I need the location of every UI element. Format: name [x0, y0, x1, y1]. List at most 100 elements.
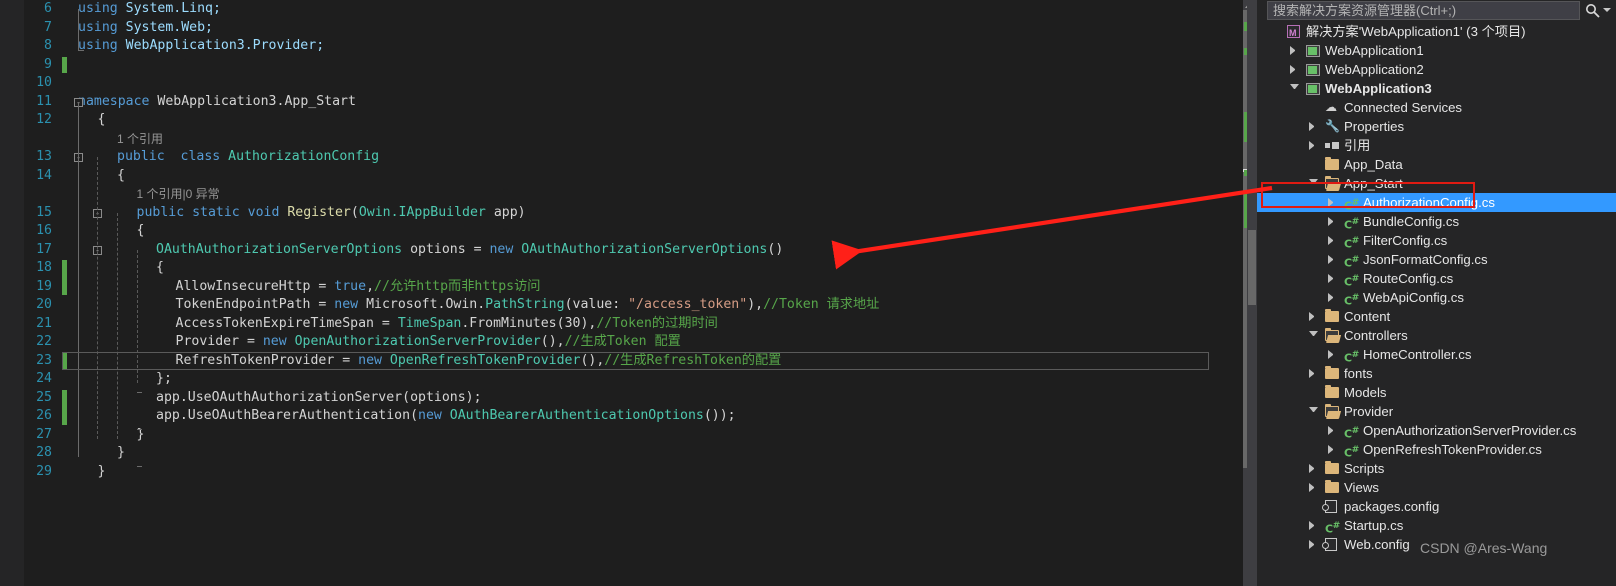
tree-item[interactable]: C# JsonFormatConfig.cs — [1257, 250, 1616, 270]
tree-item[interactable]: Models — [1257, 383, 1616, 402]
code-line[interactable]: 19 AllowInsecureHttp = true,//允许http而非htt… — [0, 278, 1243, 297]
chevron-right-icon[interactable] — [1290, 65, 1299, 74]
tree-item[interactable]: App_Data — [1257, 155, 1616, 174]
chevron-right-icon[interactable] — [1328, 217, 1337, 226]
codelens-line[interactable]: 1 个引用 — [0, 130, 1243, 149]
code-line[interactable]: 18 { — [0, 259, 1243, 278]
chevron-right-icon[interactable] — [1328, 445, 1337, 454]
tree-item[interactable]: C# Startup.cs — [1257, 516, 1616, 536]
code-line[interactable]: 11 namespace WebApplication3.App_Start — [0, 93, 1243, 112]
code-line[interactable]: 22 Provider = new OpenAuthorizationServer… — [0, 333, 1243, 352]
visual-studio-window: 6 using System.Linq; 7 using System.Web; 8 us… — [0, 0, 1616, 586]
chevron-right-icon[interactable] — [1328, 274, 1337, 283]
chevron-down-icon[interactable] — [1290, 84, 1299, 93]
chevron-right-icon[interactable] — [1328, 236, 1337, 245]
code-line[interactable]: 7 using System.Web; — [0, 19, 1243, 38]
tree-item[interactable]: Controllers — [1257, 326, 1616, 345]
chevron-right-icon[interactable] — [1328, 426, 1337, 435]
folder-icon — [1325, 366, 1340, 381]
code-line[interactable]: 9 — [0, 56, 1243, 75]
chevron-right-icon[interactable] — [1309, 369, 1318, 378]
chevron-down-icon[interactable] — [1309, 407, 1318, 416]
tree-item[interactable]: C# BundleConfig.cs — [1257, 212, 1616, 232]
tree-item[interactable]: packages.config — [1257, 497, 1616, 516]
chevron-right-icon[interactable] — [1328, 198, 1337, 207]
code-line[interactable]: 8 using WebApplication3.Provider; — [0, 37, 1243, 56]
tree-item[interactable]: App_Start — [1257, 174, 1616, 193]
code-line[interactable]: 14 { — [0, 167, 1243, 186]
solution-tree[interactable]: 解决方案'WebApplication1' (3 个项目) WebApplicat… — [1257, 22, 1616, 586]
tree-item[interactable]: WebApplication3 — [1257, 79, 1616, 98]
chevron-right-icon[interactable] — [1328, 293, 1337, 302]
code-editor[interactable]: 6 using System.Linq; 7 using System.Web; 8 us… — [0, 0, 1243, 586]
csharp-file-icon: C# — [1344, 273, 1359, 289]
references-icon — [1325, 138, 1340, 153]
cloud-icon: ☁ — [1325, 100, 1337, 114]
chevron-right-icon[interactable] — [1309, 464, 1318, 473]
tree-item[interactable]: C# OpenRefreshTokenProvider.cs — [1257, 440, 1616, 460]
tree-item[interactable]: 解决方案'WebApplication1' (3 个项目) — [1257, 22, 1616, 43]
code-line[interactable]: 6 using System.Linq; — [0, 0, 1243, 19]
chevron-right-icon[interactable] — [1309, 540, 1318, 549]
code-text-area[interactable]: 6 using System.Linq; 7 using System.Web; 8 us… — [0, 0, 1243, 586]
tree-item[interactable]: C# AuthorizationConfig.cs — [1257, 193, 1616, 213]
chevron-right-icon[interactable] — [1328, 350, 1337, 359]
tree-item[interactable]: 🔧 Properties — [1257, 117, 1616, 136]
search-icon[interactable] — [1584, 2, 1601, 19]
code-text: AllowInsecureHttp = true,//允许http而非https… — [175, 278, 541, 294]
search-input[interactable]: 搜索解决方案资源管理器(Ctrl+;) — [1267, 1, 1580, 20]
scrollbar-thumb[interactable] — [1248, 230, 1256, 305]
tree-item-label: RouteConfig.cs — [1363, 271, 1454, 286]
code-line[interactable]: 27} — [0, 426, 1243, 445]
tree-item[interactable]: WebApplication2 — [1257, 60, 1616, 79]
code-line[interactable]: 26 app.UseOAuthBearerAuthentication(new O… — [0, 407, 1243, 426]
code-line[interactable]: 15 public static void Register(Owin.IAppB… — [0, 204, 1243, 223]
code-line[interactable]: 29} — [0, 463, 1243, 482]
chevron-right-icon[interactable] — [1290, 46, 1299, 55]
tree-item-label: 引用 — [1344, 138, 1371, 153]
code-line[interactable]: 13 public class AuthorizationConfig — [0, 148, 1243, 167]
line-number: 24 — [36, 371, 52, 386]
chevron-down-icon[interactable] — [1309, 179, 1318, 188]
tree-item[interactable]: ☁ Connected Services — [1257, 98, 1616, 117]
code-line[interactable]: 28} — [0, 444, 1243, 463]
tree-item[interactable]: Views — [1257, 478, 1616, 497]
code-line[interactable]: 24}; — [0, 370, 1243, 389]
tree-item[interactable]: Scripts — [1257, 459, 1616, 478]
tree-item[interactable]: 引用 — [1257, 136, 1616, 155]
project-icon — [1306, 43, 1321, 58]
tree-item[interactable]: fonts — [1257, 364, 1616, 383]
csharp-file-icon: C# — [1344, 197, 1359, 213]
code-line[interactable]: 12 { — [0, 111, 1243, 130]
chevron-right-icon[interactable] — [1309, 521, 1318, 530]
code-line[interactable]: 17 OAuthAuthorizationServerOptions option… — [0, 241, 1243, 260]
chevron-right-icon[interactable] — [1309, 141, 1318, 150]
tree-item[interactable]: C# HomeController.cs — [1257, 345, 1616, 365]
codelens-line[interactable]: 1 个引用|0 异常 — [0, 185, 1243, 204]
chevron-right-icon[interactable] — [1309, 312, 1318, 321]
tree-item[interactable]: C# OpenAuthorizationServerProvider.cs — [1257, 421, 1616, 441]
tree-item[interactable]: WebApplication1 — [1257, 41, 1616, 60]
chevron-down-icon[interactable] — [1309, 331, 1318, 340]
code-line[interactable]: 10 — [0, 74, 1243, 93]
structure-guide-stub — [137, 465, 142, 467]
structure-guide-line — [78, 9, 79, 50]
code-line[interactable]: 16 { — [0, 222, 1243, 241]
tree-item[interactable]: Provider — [1257, 402, 1616, 421]
solution-explorer-scrollbar[interactable] — [1247, 0, 1257, 586]
line-number: 16 — [36, 223, 52, 238]
code-line[interactable]: 23 RefreshTokenProvider = new OpenRefresh… — [0, 352, 1243, 371]
code-line[interactable]: 21 AccessTokenExpireTimeSpan = TimeSpan.F… — [0, 315, 1243, 334]
code-line[interactable]: 25 app.UseOAuthAuthorizationServer(option… — [0, 389, 1243, 408]
tree-item[interactable]: C# RouteConfig.cs — [1257, 269, 1616, 289]
tree-item[interactable]: Content — [1257, 307, 1616, 326]
chevron-right-icon[interactable] — [1309, 483, 1318, 492]
code-line[interactable]: 20 TokenEndpointPath = new Microsoft.Owin… — [0, 296, 1243, 315]
chevron-right-icon[interactable] — [1328, 255, 1337, 264]
tree-item[interactable]: C# WebApiConfig.cs — [1257, 288, 1616, 308]
chevron-right-icon[interactable] — [1309, 122, 1318, 131]
chevron-down-icon[interactable] — [1603, 8, 1611, 12]
watermark-text: CSDN @Ares-Wang — [1420, 540, 1548, 556]
code-text: public static void Register(Owin.IAppBui… — [136, 204, 526, 220]
tree-item[interactable]: C# FilterConfig.cs — [1257, 231, 1616, 251]
